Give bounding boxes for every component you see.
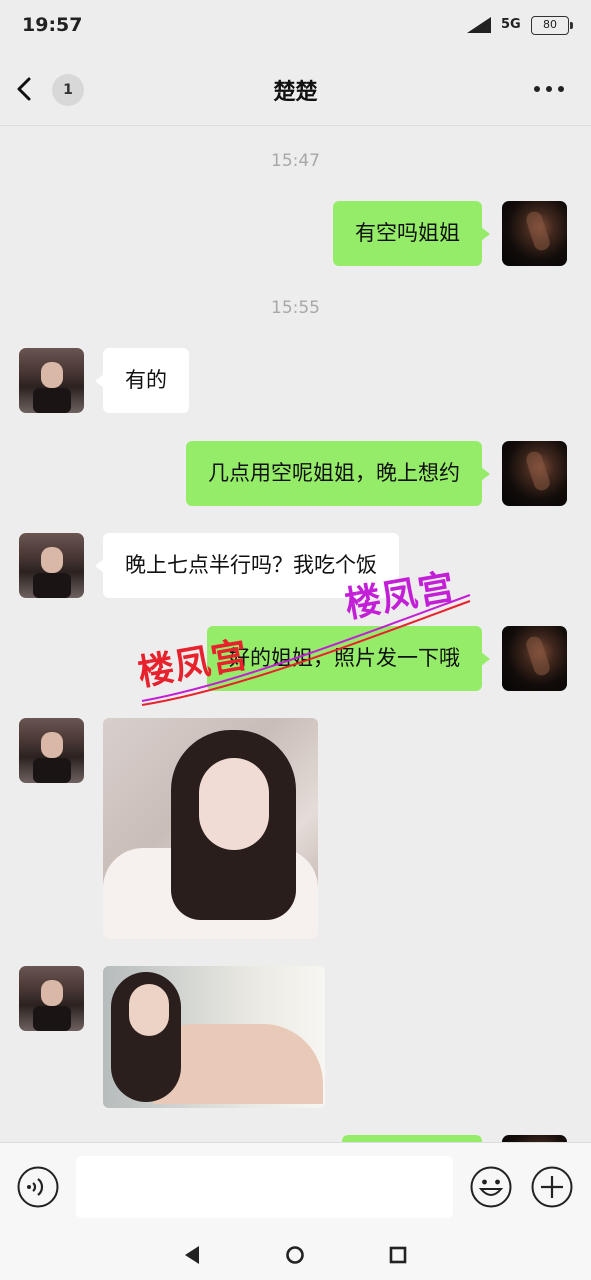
message-sent-partial[interactable] [342,1135,482,1142]
emoji-icon[interactable] [469,1165,513,1209]
my-avatar[interactable] [502,441,567,506]
battery-icon: 80 [531,16,573,35]
photo-message[interactable] [103,966,325,1108]
message-sent[interactable]: 有空吗姐姐 [333,201,490,266]
chat-header: 1 楚楚 [0,52,591,126]
my-avatar[interactable] [502,1135,567,1142]
message-input[interactable] [76,1156,453,1218]
battery-level: 80 [543,18,557,31]
photo-content [199,758,269,850]
plus-icon[interactable] [530,1165,574,1209]
photo-content [129,984,169,1036]
status-bar: 19:57 5G 80 [0,0,591,52]
more-icon[interactable] [533,84,565,94]
contact-avatar[interactable] [19,348,84,413]
contact-avatar[interactable] [19,718,84,783]
voice-icon[interactable] [16,1165,60,1209]
contact-avatar[interactable] [19,533,84,598]
network-type: 5G [501,17,521,32]
system-nav-bar [0,1230,591,1280]
photo-message[interactable] [103,718,318,939]
signal-icon [467,17,491,33]
nav-back-icon[interactable] [181,1243,205,1267]
chat-title: 楚楚 [273,80,318,105]
my-avatar[interactable] [502,201,567,266]
nav-recent-icon[interactable] [386,1243,410,1267]
status-time: 19:57 [22,14,83,36]
timestamp: 15:55 [271,298,320,318]
input-bar [0,1142,591,1230]
nav-home-icon[interactable] [283,1243,307,1267]
message-sent[interactable]: 几点用空呢姐姐，晚上想约 [186,441,490,506]
contact-avatar[interactable] [19,966,84,1031]
message-received[interactable]: 有的 [95,348,189,413]
my-avatar[interactable] [502,626,567,691]
chat-message-list[interactable]: 15:47 有空吗姐姐 15:55 有的 几点用空呢姐姐，晚上想约 晚上七点半行… [0,127,591,1142]
timestamp: 15:47 [271,151,320,171]
